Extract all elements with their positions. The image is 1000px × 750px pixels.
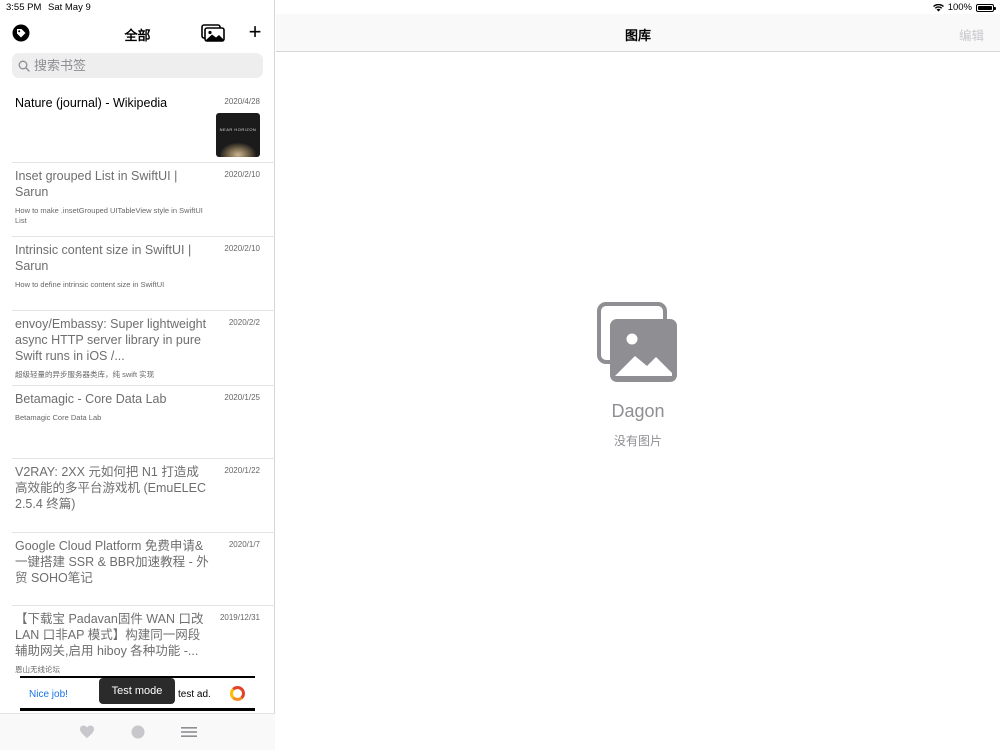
bookmark-thumbnail: NEAR HORIZON — [216, 113, 260, 157]
bookmark-date: 2020/1/7 — [228, 540, 260, 549]
circle-icon[interactable] — [130, 724, 146, 740]
bookmark-title: Inset grouped List in SwiftUI | Sarun — [15, 169, 178, 199]
detail-title: 图库 — [624, 28, 651, 43]
status-time: 3:55 PM — [6, 2, 42, 13]
add-bookmark-button[interactable]: + — [246, 21, 264, 43]
bookmark-title: Google Cloud Platform 免费申请& 一键搭建 SSR & B… — [15, 539, 209, 585]
heart-icon[interactable] — [79, 724, 95, 740]
bookmark-row[interactable]: 【下载宝 Padavan固件 WAN 口改 LAN 口非AP 模式】构建同一网段… — [12, 606, 275, 678]
status-date: Sat May 9 — [48, 2, 91, 13]
bookmark-subtitle: 超级轻量的异步服务器类库，纯 swift 实现 — [15, 370, 155, 379]
test-mode-toast: Test mode — [99, 678, 175, 704]
menu-icon[interactable] — [181, 724, 197, 740]
bookmark-title: V2RAY: 2XX 元如何把 N1 打造成高效能的多平台游戏机 (EmuELE… — [15, 465, 206, 511]
bookmark-subtitle: Betamagic Core Data Lab — [15, 413, 102, 422]
bookmark-row[interactable]: V2RAY: 2XX 元如何把 N1 打造成高效能的多平台游戏机 (EmuELE… — [12, 459, 275, 533]
sidebar-title: 全部 — [124, 28, 151, 43]
photo-gallery-icon — [597, 302, 677, 382]
edit-button[interactable]: 编辑 — [959, 25, 984, 44]
bookmark-date: 2020/2/10 — [224, 170, 260, 179]
tab-bar — [0, 713, 275, 750]
thumbnail-caption: NEAR HORIZON — [219, 127, 257, 132]
status-indicators: 100% — [932, 2, 996, 13]
bookmark-row[interactable]: Google Cloud Platform 免费申请& 一键搭建 SSR & B… — [12, 533, 275, 606]
bookmark-date: 2020/1/22 — [224, 466, 260, 475]
sidebar: 全部 + Nature (journal) - Wikipedia 2020/4… — [0, 0, 275, 750]
bookmark-subtitle: How to make .insetGrouped UITableView st… — [15, 206, 203, 225]
bookmark-row[interactable]: Inset grouped List in SwiftUI | Sarun Ho… — [12, 163, 275, 237]
search-bar[interactable] — [12, 53, 263, 78]
bookmark-date: 2020/2/2 — [228, 318, 260, 327]
battery-icon — [976, 3, 996, 12]
bookmark-subtitle: 恩山无线论坛 — [15, 665, 60, 674]
bookmark-list[interactable]: Nature (journal) - Wikipedia 2020/4/28 N… — [12, 90, 275, 678]
empty-state-message: 没有图片 — [613, 434, 662, 448]
bookmark-row[interactable]: Intrinsic content size in SwiftUI | Saru… — [12, 237, 275, 311]
bookmark-row[interactable]: Nature (journal) - Wikipedia 2020/4/28 N… — [12, 90, 275, 163]
bookmark-date: 2020/4/28 — [224, 97, 260, 106]
bookmark-date: 2020/2/10 — [224, 244, 260, 253]
battery-fill — [978, 5, 992, 10]
detail-pane: 图库 编辑 Dagon 没有图片 — [276, 0, 1000, 750]
empty-state-name: Dagon — [611, 401, 665, 421]
bookmark-title: Nature (journal) - Wikipedia — [15, 96, 168, 110]
bookmark-row[interactable]: Betamagic - Core Data Lab Betamagic Core… — [12, 386, 275, 459]
bookmark-subtitle: How to define intrinsic content size in … — [15, 280, 165, 289]
bookmark-date: 2019/12/31 — [219, 613, 260, 622]
bookmark-row[interactable]: envoy/Embassy: Super lightweight async H… — [12, 311, 275, 386]
sidebar-nav-bar: 全部 + — [0, 14, 275, 52]
bookmark-title: Intrinsic content size in SwiftUI | Saru… — [15, 243, 192, 273]
detail-nav-bar: 图库 编辑 — [276, 14, 1000, 52]
ad-headline: Nice job! — [29, 689, 68, 700]
ad-choices-icon[interactable] — [230, 686, 245, 701]
bookmark-title: envoy/Embassy: Super lightweight async H… — [15, 317, 207, 363]
search-input[interactable] — [34, 58, 254, 73]
battery-percent: 100% — [947, 2, 972, 13]
bookmark-title: Betamagic - Core Data Lab — [15, 392, 167, 406]
search-icon — [18, 60, 30, 72]
bookmark-title: 【下载宝 Padavan固件 WAN 口改 LAN 口非AP 模式】构建同一网段… — [15, 612, 204, 658]
bookmark-date: 2020/1/25 — [224, 393, 260, 402]
ad-text: test ad. — [178, 689, 211, 700]
status-bar: 3:55 PM Sat May 9 100% — [0, 0, 1000, 14]
photo-gallery-icon[interactable] — [201, 24, 225, 42]
wifi-icon — [932, 3, 944, 11]
